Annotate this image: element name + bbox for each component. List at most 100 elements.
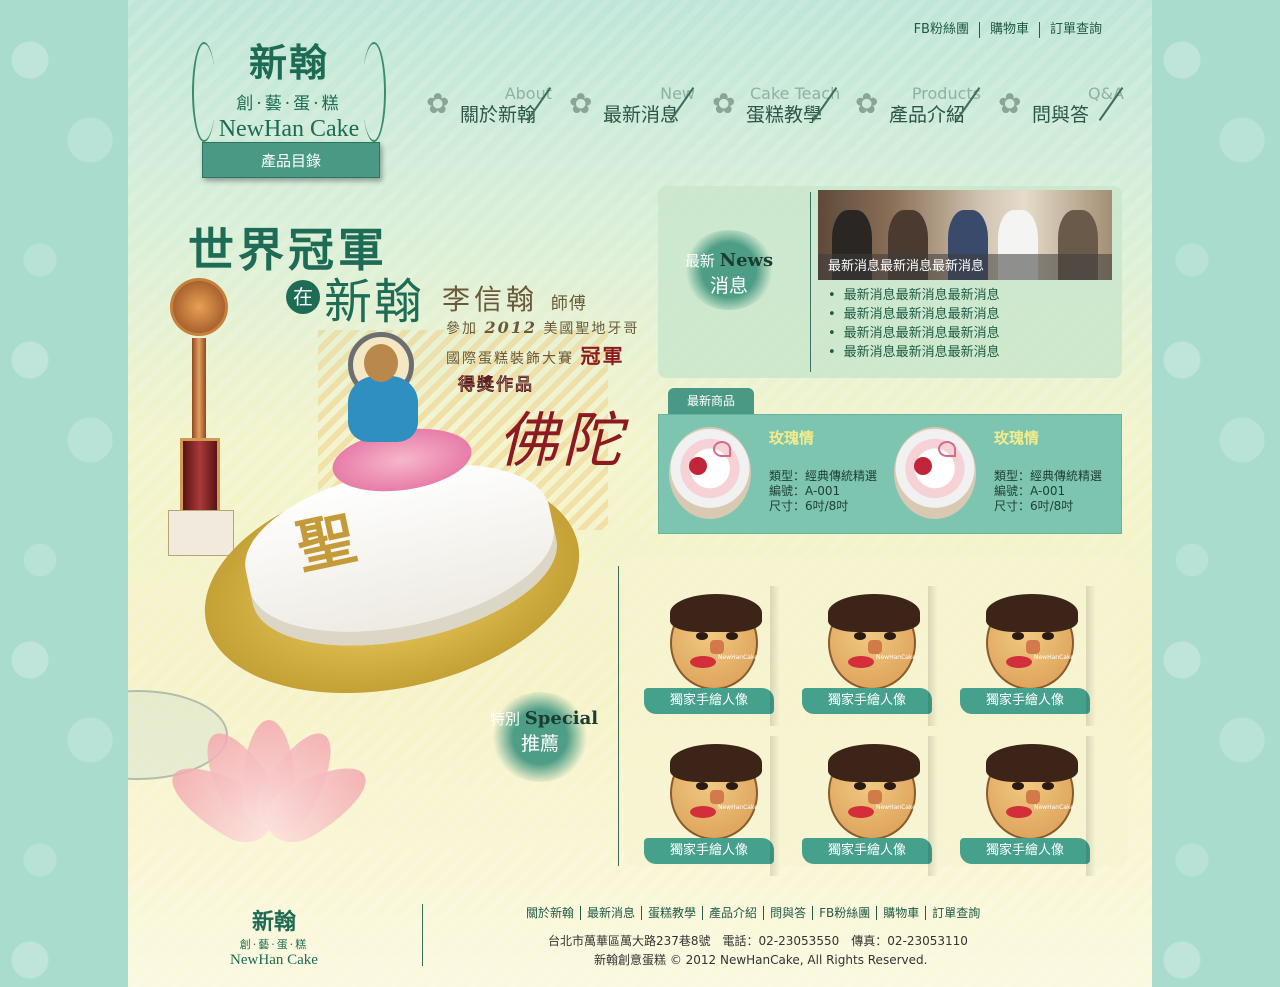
hero-line1-suffix: 美國聖地牙哥 <box>543 321 640 337</box>
nav-products[interactable]: ✿ Products 產品介紹 <box>855 84 998 126</box>
product-type: 類型：經典傳統精選 <box>769 469 878 483</box>
footer-link-qa[interactable]: 問與答 <box>763 906 812 920</box>
portrait-eye <box>1042 782 1054 790</box>
nav-cake-teach[interactable]: ✿ Cake Teach 蛋糕教學 <box>712 84 855 126</box>
special-item[interactable]: NewHanCake 獨家手繪人像 <box>782 576 938 726</box>
portrait-eye <box>1042 632 1054 640</box>
portrait-cake-image[interactable]: NewHanCake <box>670 744 762 840</box>
footer-link-order[interactable]: 訂單查詢 <box>925 906 986 920</box>
special-badge-zh-bottom: 推薦 <box>520 733 559 755</box>
latest-products-tab[interactable]: 最新商品 <box>668 388 754 414</box>
portrait-hair <box>828 594 920 632</box>
product-image[interactable] <box>669 427 751 519</box>
news-panel: 最新 News 消息 最新消息最新消息最新消息 最新消息最新消息最新消息 最新消… <box>658 186 1122 378</box>
special-item[interactable]: NewHanCake 獨家手繪人像 <box>624 726 780 876</box>
special-item[interactable]: NewHanCake 獨家手繪人像 <box>624 576 780 726</box>
nav-news[interactable]: ✿ New 最新消息 <box>569 84 712 126</box>
product-name[interactable]: 玫瑰情 <box>769 427 814 448</box>
portrait-cake-image[interactable]: NewHanCake <box>670 594 762 690</box>
footer-copyright: 新翰創意蛋糕 © 2012 NewHanCake, All Rights Res… <box>594 953 928 967</box>
catalog-button[interactable]: 產品目錄 <box>202 142 380 178</box>
portrait-cake-image[interactable]: NewHanCake <box>986 744 1078 840</box>
footer-address: 台北市萬華區萬大路237巷8號 電話：02-23053550 傳真：02-230… <box>548 934 968 948</box>
news-divider <box>810 192 811 372</box>
product-type: 類型：經典傳統精選 <box>994 469 1103 483</box>
portrait-eye <box>884 782 896 790</box>
nav-qa-zh: 問與答 <box>1032 104 1090 126</box>
footer-link-news[interactable]: 最新消息 <box>580 906 641 920</box>
footer-logo-sub: 創·藝·蛋·糕 <box>239 938 309 951</box>
special-item-label[interactable]: 獨家手繪人像 <box>960 688 1090 714</box>
logo-en: NewHan Cake <box>218 116 360 142</box>
portrait-cake-image[interactable]: NewHanCake <box>986 594 1078 690</box>
portrait-eye <box>884 632 896 640</box>
ribbon-icon <box>938 441 956 457</box>
special-item-label[interactable]: 獨家手繪人像 <box>802 838 932 864</box>
footer-logo-en: NewHan Cake <box>230 952 318 968</box>
trophy-plaque <box>168 510 234 556</box>
footer-link-fb[interactable]: FB粉絲團 <box>812 906 876 920</box>
product-code: 編號：A-001 <box>769 484 841 498</box>
vine-right-icon <box>362 42 386 142</box>
product-image[interactable] <box>894 427 976 519</box>
news-item[interactable]: 最新消息最新消息最新消息 <box>828 343 1000 362</box>
portrait-watermark: NewHanCake <box>1034 804 1074 811</box>
news-item[interactable]: 最新消息最新消息最新消息 <box>828 286 1000 305</box>
nav-about[interactable]: ✿ About 關於新翰 <box>426 84 569 126</box>
special-item-label[interactable]: 獨家手繪人像 <box>960 838 1090 864</box>
portrait-watermark: NewHanCake <box>1034 654 1074 661</box>
footer-link-teach[interactable]: 蛋糕教學 <box>641 906 702 920</box>
footer-link-products[interactable]: 產品介紹 <box>702 906 763 920</box>
special-item[interactable]: NewHanCake 獨家手繪人像 <box>782 726 938 876</box>
news-item[interactable]: 最新消息最新消息最新消息 <box>828 324 1000 343</box>
hero-at-badge: 在 <box>286 280 320 314</box>
footer-link-cart[interactable]: 購物車 <box>876 906 925 920</box>
portrait-mouth <box>1006 806 1032 818</box>
special-item-label[interactable]: 獨家手繪人像 <box>644 688 774 714</box>
hero-chef-name: 李信翰 師傅 <box>442 278 587 318</box>
top-links: FB粉絲團 購物車 訂單查詢 <box>904 22 1112 38</box>
special-divider <box>618 566 619 866</box>
hero-name-text: 李信翰 <box>442 283 539 316</box>
product-name[interactable]: 玫瑰情 <box>994 427 1039 448</box>
portrait-eye <box>1012 632 1024 640</box>
flower-icon: ✿ <box>998 87 1022 120</box>
logo[interactable]: 新翰 創·藝·蛋·糕 NewHan Cake <box>184 22 394 142</box>
special-item-label[interactable]: 獨家手繪人像 <box>644 838 774 864</box>
portrait-nose <box>710 640 724 654</box>
news-badge-zh-top: 最新 <box>684 252 715 270</box>
news-photo[interactable]: 最新消息最新消息最新消息 <box>818 190 1112 280</box>
product-card[interactable]: 玫瑰情 類型：經典傳統精選 編號：A-001 尺寸：6吋/8吋 <box>884 415 1108 535</box>
portrait-nose <box>868 790 882 804</box>
portrait-eye <box>1012 782 1024 790</box>
hero-name-suffix: 師傅 <box>550 294 587 314</box>
hero-line1-prefix: 參加 <box>446 321 478 337</box>
special-item[interactable]: NewHanCake 獨家手繪人像 <box>940 726 1096 876</box>
special-badge: 特別 Special 推薦 <box>490 692 598 782</box>
page: FB粉絲團 購物車 訂單查詢 新翰 創·藝·蛋·糕 NewHan Cake 產品… <box>128 0 1152 987</box>
top-link-order[interactable]: 訂單查詢 <box>1038 22 1112 38</box>
footer-link-about[interactable]: 關於新翰 <box>520 906 580 920</box>
footer-logo[interactable]: 新翰 創·藝·蛋·糕 NewHan Cake <box>214 904 334 969</box>
portrait-nose <box>710 790 724 804</box>
portrait-mouth <box>848 656 874 668</box>
portrait-mouth <box>690 656 716 668</box>
product-size: 尺寸：6吋/8吋 <box>769 499 849 513</box>
news-badge: 最新 News 消息 <box>684 230 774 310</box>
top-link-fb[interactable]: FB粉絲團 <box>904 22 979 38</box>
nav-teach-zh: 蛋糕教學 <box>746 104 823 126</box>
portrait-hair <box>986 744 1078 782</box>
portrait-watermark: NewHanCake <box>718 804 758 811</box>
top-link-cart[interactable]: 購物車 <box>978 22 1039 38</box>
product-card[interactable]: 玫瑰情 類型：經典傳統精選 編號：A-001 尺寸：6吋/8吋 <box>659 415 883 535</box>
rose-icon <box>914 457 932 475</box>
portrait-eye <box>854 632 866 640</box>
trophy-figure <box>192 338 206 438</box>
portrait-cake-image[interactable]: NewHanCake <box>828 744 920 840</box>
special-item-label[interactable]: 獨家手繪人像 <box>802 688 932 714</box>
portrait-cake-image[interactable]: NewHanCake <box>828 594 920 690</box>
nav-qa[interactable]: ✿ Q&A 問與答 <box>998 84 1141 126</box>
news-item[interactable]: 最新消息最新消息最新消息 <box>828 305 1000 324</box>
rose-icon <box>689 457 707 475</box>
special-item[interactable]: NewHanCake 獨家手繪人像 <box>940 576 1096 726</box>
